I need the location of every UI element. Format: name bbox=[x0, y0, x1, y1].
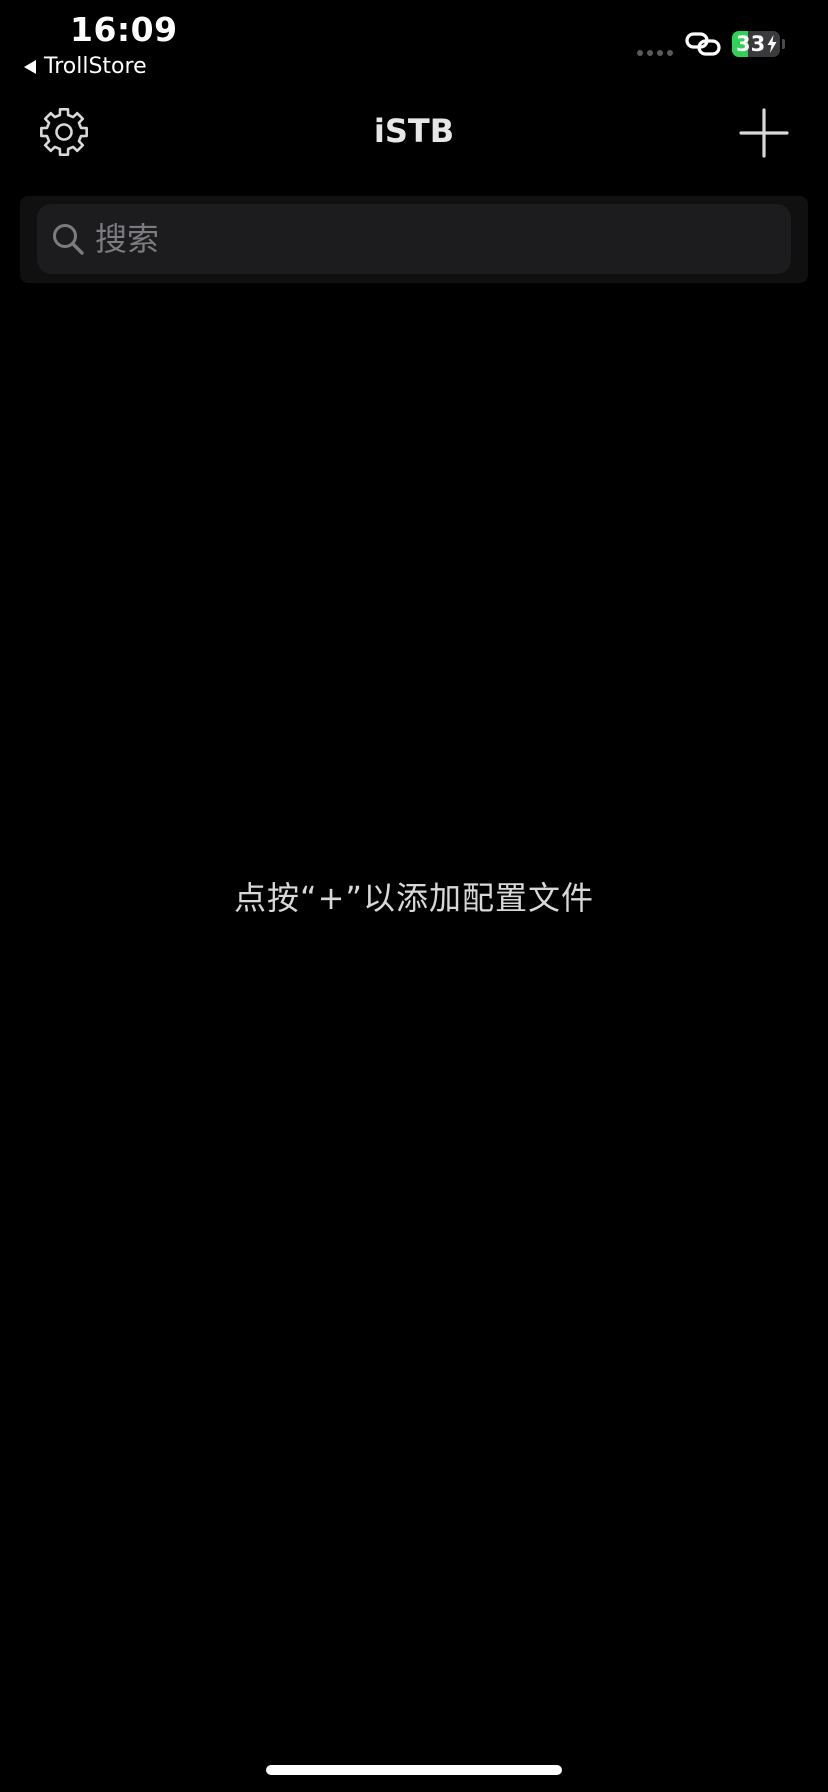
back-app-label: TrollStore bbox=[44, 54, 147, 79]
link-icon bbox=[685, 32, 721, 56]
bolt-icon bbox=[767, 35, 777, 53]
battery-cap bbox=[782, 39, 785, 49]
page-title: iSTB bbox=[373, 112, 455, 150]
search-input[interactable] bbox=[95, 220, 735, 258]
battery-level: 33 bbox=[736, 32, 766, 56]
status-time: 16:09 bbox=[70, 10, 178, 49]
back-triangle-icon bbox=[24, 59, 36, 74]
search-bar bbox=[20, 196, 808, 283]
search-icon bbox=[53, 224, 84, 255]
plus-icon[interactable] bbox=[738, 107, 790, 159]
battery-icon: 33 bbox=[732, 31, 780, 57]
home-indicator[interactable] bbox=[266, 1765, 562, 1775]
empty-state-message: 点按“+”以添加配置文件 bbox=[234, 879, 594, 917]
search-field[interactable] bbox=[37, 204, 791, 274]
back-to-app-button[interactable]: TrollStore bbox=[24, 54, 147, 79]
signal-dots-icon bbox=[637, 50, 673, 56]
screen: 16:09 TrollStore 33 iSTB 搜索 点按“+”以添加配置文件 bbox=[0, 0, 828, 1792]
